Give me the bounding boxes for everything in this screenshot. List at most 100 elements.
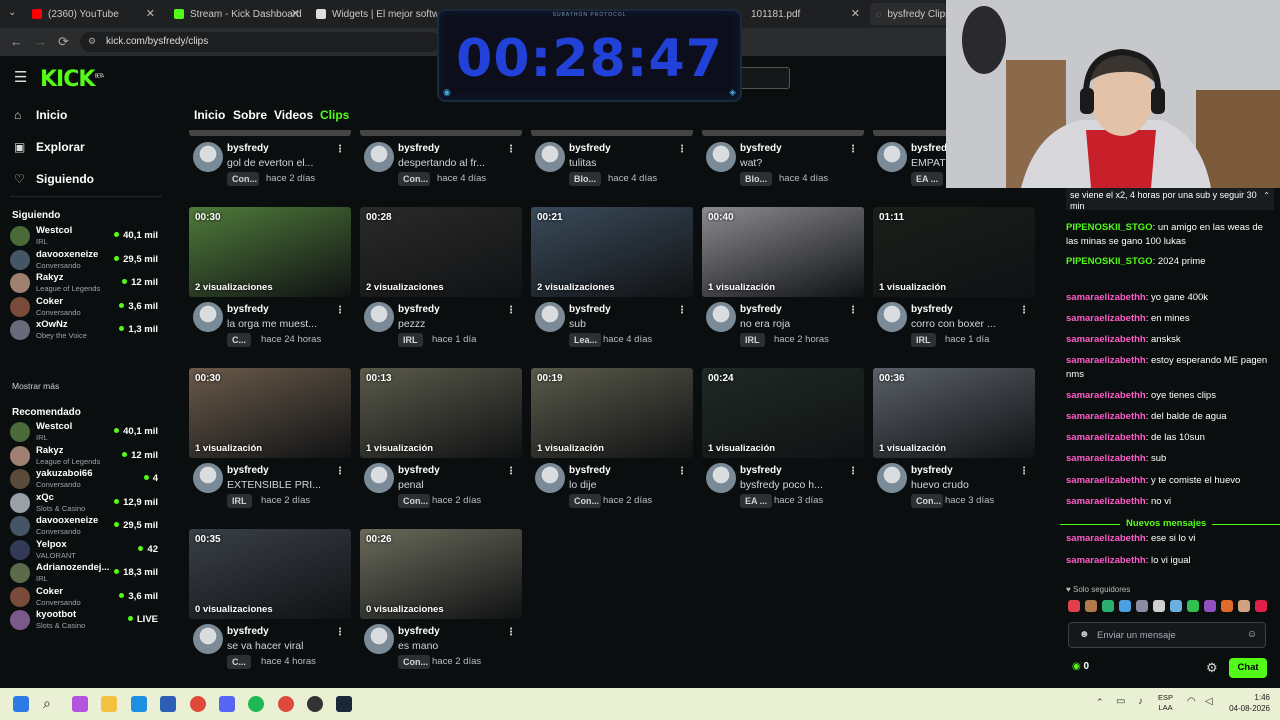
tray-chevron-icon[interactable]: ⌃ — [1096, 697, 1104, 708]
clip-thumbnail[interactable]: 00:30 1 visualización — [189, 368, 351, 458]
chat-username[interactable]: samaraelizabethh — [1066, 334, 1146, 345]
clip-title[interactable]: corro con boxer ... — [911, 318, 996, 330]
clip-card[interactable]: 00:30 1 visualización bysfredy EXTENSIBLE P… — [189, 368, 351, 508]
emote-icon[interactable] — [1136, 600, 1148, 612]
emote-icon[interactable] — [1068, 600, 1080, 612]
channel-item[interactable]: Westcol IRL 40,1 mil — [10, 420, 162, 444]
clip-thumbnail[interactable]: 00:13 1 visualización — [360, 368, 522, 458]
clip-card[interactable]: 00:26 0 visualizaciones bysfredy es mano Con… — [360, 529, 522, 669]
channel-avatar[interactable] — [364, 624, 394, 654]
clip-thumbnail[interactable] — [531, 130, 693, 136]
clip-channel[interactable]: bysfredy — [398, 465, 440, 476]
clip-thumbnail[interactable]: 00:24 1 visualización — [702, 368, 864, 458]
kick-logo[interactable]: KICKBETA — [40, 67, 104, 92]
clip-card[interactable]: bysfredy despertando al fr... Con... hace 4… — [360, 130, 522, 188]
channel-avatar[interactable] — [706, 142, 736, 172]
clip-card[interactable]: 00:19 1 visualización bysfredy lo dije Con..… — [531, 368, 693, 508]
category-badge[interactable]: Blo... — [740, 172, 772, 186]
channel-item[interactable]: davooxeneize Conversando 29,5 mil — [10, 514, 162, 538]
category-badge[interactable]: Con... — [227, 172, 259, 186]
category-badge[interactable]: IRL — [398, 333, 423, 347]
channel-avatar[interactable] — [364, 302, 394, 332]
chevron-up-icon[interactable]: ⌃ — [1263, 190, 1270, 201]
clip-thumbnail[interactable] — [702, 130, 864, 136]
category-badge[interactable]: C... — [227, 655, 252, 669]
search-input[interactable] — [740, 67, 790, 89]
channel-item[interactable]: Coker Conversando 3,6 mil — [10, 585, 162, 609]
category-badge[interactable]: C... — [227, 333, 252, 347]
emote-icon[interactable] — [1238, 600, 1250, 612]
clip-thumbnail[interactable] — [189, 130, 351, 136]
channel-item[interactable]: Coker Conversando 3,6 mil — [10, 295, 162, 319]
channel-avatar[interactable] — [193, 142, 223, 172]
channel-avatar[interactable] — [535, 463, 565, 493]
menu-icon[interactable]: ☰ — [14, 68, 27, 86]
channel-item[interactable]: davooxeneize Conversando 29,5 mil — [10, 248, 162, 272]
language-indicator[interactable]: ESP LAA — [1158, 693, 1173, 713]
clip-channel[interactable]: bysfredy — [227, 626, 269, 637]
show-more-link[interactable]: Mostrar más — [12, 381, 59, 391]
clip-thumbnail[interactable]: 00:36 1 visualización — [873, 368, 1035, 458]
channel-avatar[interactable] — [193, 302, 223, 332]
clip-card[interactable]: bysfredy wat? Blo... hace 4 días ⋮ — [702, 130, 864, 188]
clip-title[interactable]: pezzz — [398, 318, 425, 330]
chat-username[interactable]: PIPENOSKII_STGO — [1066, 256, 1153, 267]
emote-icon[interactable] — [1153, 600, 1165, 612]
clip-title[interactable]: wat? — [740, 157, 762, 169]
more-options-icon[interactable]: ⋮ — [677, 144, 687, 155]
channel-avatar[interactable] — [877, 463, 907, 493]
chat-username[interactable]: samaraelizabethh — [1066, 555, 1146, 566]
chat-username[interactable]: samaraelizabethh — [1066, 432, 1146, 443]
clip-title[interactable]: se va hacer viral — [227, 640, 303, 652]
obs-icon[interactable] — [307, 696, 323, 712]
clip-thumbnail[interactable]: 00:35 0 visualizaciones — [189, 529, 351, 619]
tab-list-icon[interactable]: ⌄ — [8, 7, 16, 18]
channel-item[interactable]: Rakyz League of Legends 12 mil — [10, 444, 162, 468]
search-icon[interactable]: ⌕ — [43, 695, 51, 712]
category-badge[interactable]: Con... — [398, 494, 430, 508]
clip-card[interactable]: 00:13 1 visualización bysfredy penal Con... h… — [360, 368, 522, 508]
url-field[interactable]: ⚙ kick.com/bysfredy/clips — [80, 32, 440, 52]
clock[interactable]: 1:46 04-08-2026 — [1229, 692, 1270, 714]
chat-username[interactable]: PIPENOSKII_STGO — [1066, 222, 1153, 233]
chat-username[interactable]: samaraelizabethh — [1066, 453, 1146, 464]
new-messages-label[interactable]: Nuevos mensajes — [1120, 518, 1213, 529]
store-icon[interactable] — [160, 696, 176, 712]
discord-icon[interactable] — [219, 696, 235, 712]
clip-channel[interactable]: bysfredy — [398, 304, 440, 315]
clip-channel[interactable]: bysfredy — [911, 304, 953, 315]
clip-thumbnail[interactable] — [873, 130, 946, 136]
close-icon[interactable]: ✕ — [291, 7, 300, 20]
channel-item[interactable]: xOwNz Obey the Voice 1,3 mil — [10, 318, 162, 342]
category-badge[interactable]: Con... — [569, 494, 601, 508]
clip-title[interactable]: gol de everton el... — [227, 157, 313, 169]
clip-thumbnail[interactable] — [360, 130, 522, 136]
clip-channel[interactable]: bysfredy — [740, 143, 782, 154]
clip-title[interactable]: penal — [398, 479, 424, 491]
tab-kick-dashboard[interactable]: Stream - Kick Dashboard ✕ — [168, 3, 306, 25]
nav-siguiendo[interactable]: ♡ Siguiendo — [14, 172, 94, 186]
chat-username[interactable]: samaraelizabethh — [1066, 313, 1146, 324]
clip-title[interactable]: es mano — [398, 640, 438, 652]
clip-title[interactable]: no era roja — [740, 318, 790, 330]
clip-channel[interactable]: bysfredy — [227, 465, 269, 476]
clip-card[interactable]: 00:24 1 visualización bysfredy bysfredy poc… — [702, 368, 864, 508]
clip-thumbnail[interactable]: 00:28 2 visualizaciones — [360, 207, 522, 297]
more-options-icon[interactable]: ⋮ — [506, 627, 516, 638]
clip-channel[interactable]: bysfredy — [398, 143, 440, 154]
nav-explorar[interactable]: ▣ Explorar — [14, 140, 85, 154]
channel-avatar[interactable] — [706, 463, 736, 493]
channel-avatar[interactable] — [364, 463, 394, 493]
clip-title[interactable]: sub — [569, 318, 586, 330]
channel-item[interactable]: Yelpox VALORANT 42 — [10, 538, 162, 562]
channel-avatar[interactable] — [877, 142, 907, 172]
nav-inicio[interactable]: ⌂ Inicio — [14, 108, 67, 122]
clip-title[interactable]: bysfredy poco h... — [740, 479, 823, 491]
more-options-icon[interactable]: ⋮ — [506, 466, 516, 477]
chat-send-button[interactable]: Chat — [1229, 658, 1267, 678]
more-options-icon[interactable]: ⋮ — [506, 305, 516, 316]
clip-channel[interactable]: bysfredy — [227, 143, 269, 154]
reload-icon[interactable]: ⟳ — [58, 34, 69, 50]
chat-username[interactable]: samaraelizabethh — [1066, 292, 1146, 303]
category-badge[interactable]: Lea... — [569, 333, 601, 347]
